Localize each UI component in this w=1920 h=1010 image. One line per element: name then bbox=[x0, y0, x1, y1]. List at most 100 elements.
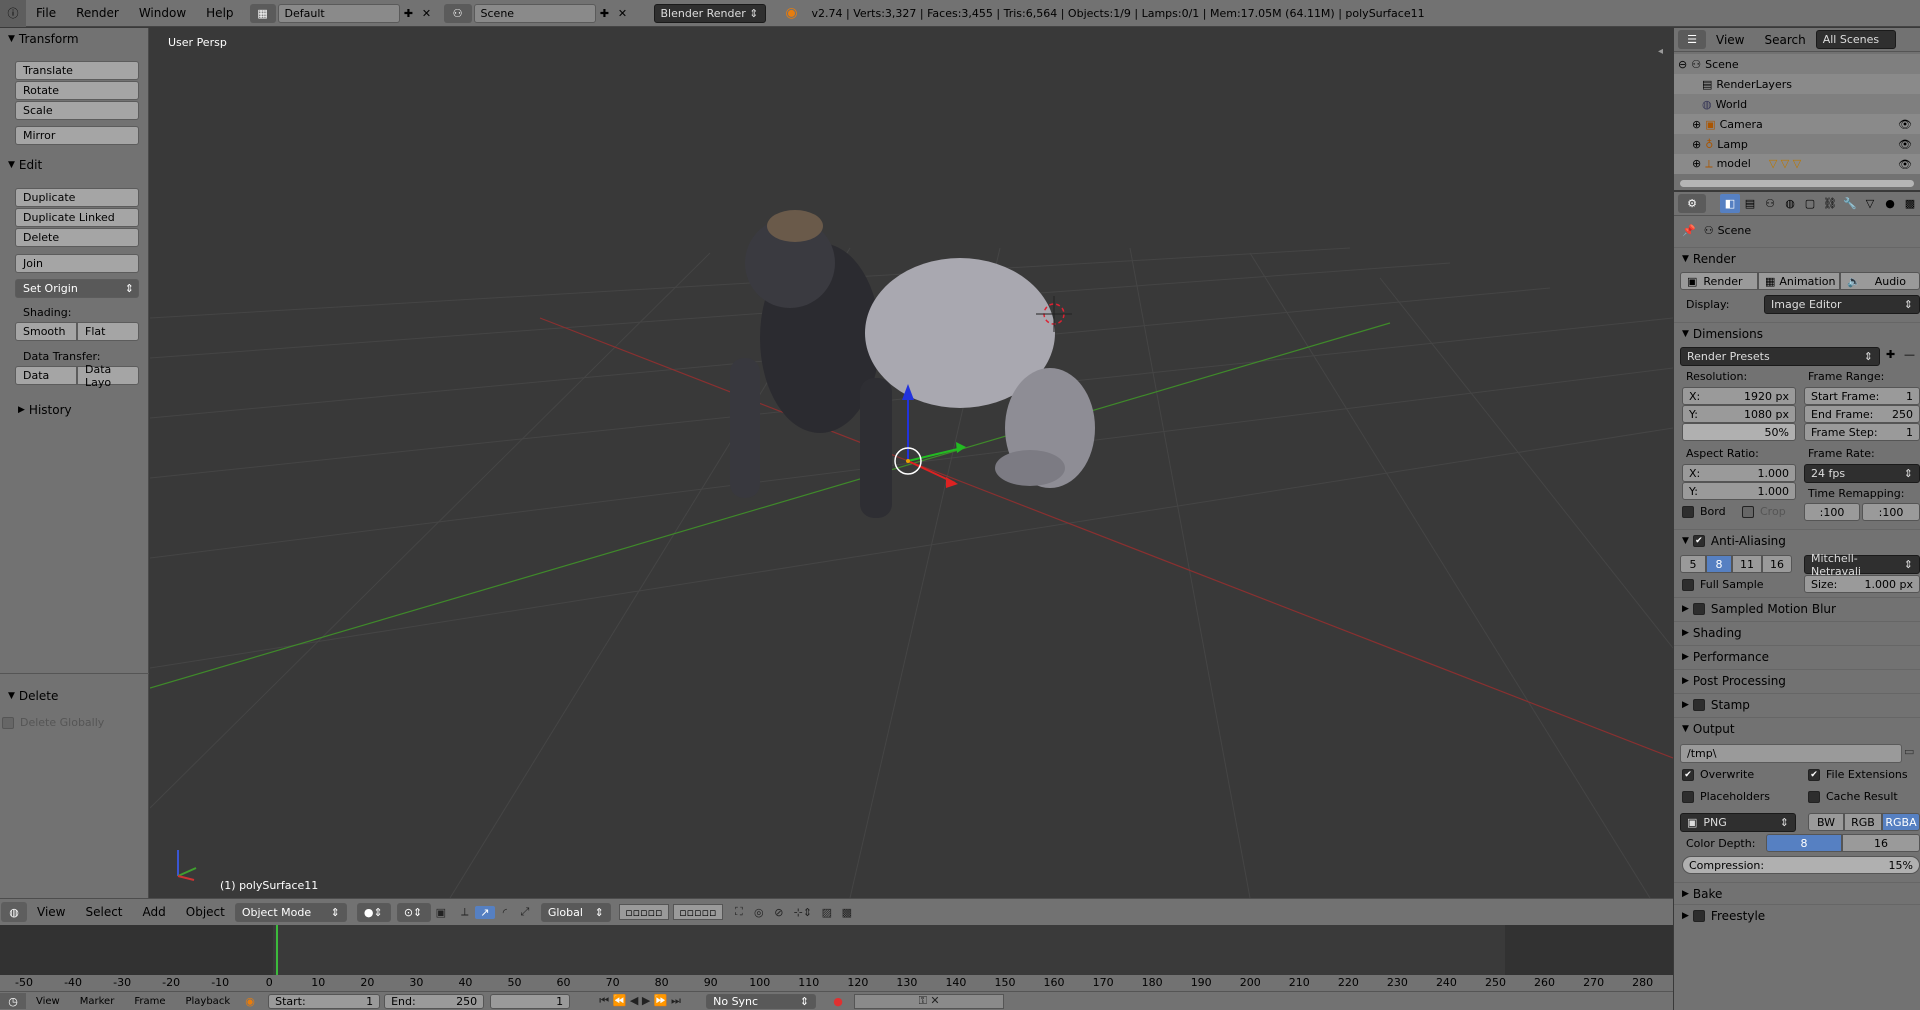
tree-row-world[interactable]: ◍ World bbox=[1674, 94, 1920, 114]
record-icon[interactable]: ● bbox=[828, 995, 848, 1008]
delete-button[interactable]: Delete bbox=[15, 228, 139, 247]
translate-manipulator-icon[interactable]: ↗ bbox=[474, 905, 495, 919]
start-frame-field[interactable]: Start: 1 bbox=[268, 993, 381, 1009]
visibility-eye-icon[interactable]: 👁 bbox=[1898, 158, 1912, 171]
expand-toggle-icon[interactable]: ⊖ bbox=[1678, 58, 1687, 71]
panel-performance-header[interactable]: ▶ Performance bbox=[1674, 645, 1920, 667]
menu-view[interactable]: View bbox=[26, 996, 70, 1007]
panel-history-header[interactable]: ▶ History bbox=[10, 400, 149, 420]
crop-checkbox[interactable]: Crop bbox=[1742, 505, 1786, 518]
aspect-y-field[interactable]: Y: 1.000 bbox=[1682, 482, 1796, 500]
smooth-button[interactable]: Smooth bbox=[15, 322, 77, 341]
operator-panel-header[interactable]: ▼ Delete bbox=[0, 686, 149, 706]
expand-toggle-icon[interactable]: ⊕ bbox=[1692, 157, 1701, 170]
delete-globally-checkbox[interactable]: Delete Globally bbox=[2, 716, 104, 729]
resolution-percentage-slider[interactable]: 50% bbox=[1682, 423, 1796, 441]
remove-preset-icon[interactable]: — bbox=[1904, 348, 1915, 361]
editor-type-icon[interactable]: ◍ bbox=[1, 902, 27, 922]
file-format-select[interactable]: ▣ PNG ⇕ bbox=[1680, 813, 1796, 832]
color-mode-bw[interactable]: BW bbox=[1808, 813, 1844, 831]
scene-field[interactable]: Scene bbox=[473, 3, 596, 23]
current-frame-field[interactable]: 1 bbox=[490, 993, 571, 1009]
expand-toggle-icon[interactable]: ⊕ bbox=[1692, 138, 1701, 151]
lock-camera-icon[interactable]: ⛶ bbox=[729, 905, 749, 919]
render-engine-select[interactable]: Blender Render ⇕ bbox=[653, 3, 766, 23]
editor-type-icon[interactable]: ☰ bbox=[1678, 30, 1706, 49]
menu-help[interactable]: Help bbox=[196, 6, 243, 20]
end-frame-field[interactable]: End: 250 bbox=[384, 993, 485, 1009]
3d-viewport[interactable]: User Persp (1) polySurface11 ◂ bbox=[150, 28, 1673, 898]
panel-edit-header[interactable]: ▼ Edit bbox=[0, 155, 149, 175]
visibility-eye-icon[interactable]: 👁 bbox=[1898, 118, 1912, 131]
scale-manipulator-icon[interactable]: ⤢ bbox=[515, 905, 535, 919]
aa-samples-5[interactable]: 5 bbox=[1680, 555, 1706, 573]
folder-icon[interactable]: ▭ bbox=[1904, 745, 1914, 758]
panel-transform-header[interactable]: ▼ Transform bbox=[0, 29, 148, 49]
aspect-x-field[interactable]: X: 1.000 bbox=[1682, 464, 1796, 482]
cache-result-checkbox[interactable]: Cache Result bbox=[1808, 790, 1898, 803]
expand-toggle-icon[interactable]: ⊕ bbox=[1692, 118, 1701, 131]
modifiers-tab-icon[interactable]: 🔧 bbox=[1840, 197, 1860, 210]
viewport-shading-select[interactable]: ●⇕ bbox=[356, 902, 391, 922]
tree-row-lamp[interactable]: ⊕ ♁ Lamp 👁 bbox=[1674, 134, 1920, 154]
frame-rate-select[interactable]: 24 fps ⇕ bbox=[1804, 464, 1920, 483]
render-audio-button[interactable]: 🔈 Audio bbox=[1840, 272, 1920, 290]
display-mode-select[interactable]: All Scenes bbox=[1815, 30, 1896, 49]
material-tab-icon[interactable]: ● bbox=[1880, 197, 1900, 210]
tree-row-scene[interactable]: ⊖ ⚇ Scene bbox=[1674, 54, 1920, 74]
checkbox-icon[interactable] bbox=[1692, 602, 1705, 615]
compression-slider[interactable]: Compression: 15% bbox=[1682, 856, 1920, 874]
resolution-y-field[interactable]: Y: 1080 px bbox=[1682, 405, 1796, 423]
editor-type-icon[interactable]: ◷ bbox=[0, 993, 26, 1009]
remap-old-field[interactable]: :100 bbox=[1804, 503, 1860, 521]
scene-layers-icon[interactable]: ▫▫▫▫▫ bbox=[618, 904, 669, 920]
scene-layers-icon-2[interactable]: ▫▫▫▫▫ bbox=[672, 904, 723, 920]
render-tab-icon[interactable]: ◧ bbox=[1720, 194, 1740, 213]
render-opengl-icon[interactable]: ▨ bbox=[817, 906, 837, 919]
texture-tab-icon[interactable]: ▩ bbox=[1900, 197, 1920, 210]
panel-shading-header[interactable]: ▶ Shading bbox=[1674, 621, 1920, 643]
aa-filter-select[interactable]: Mitchell-Netravali ⇕ bbox=[1804, 552, 1920, 578]
menu-playback[interactable]: Playback bbox=[175, 996, 240, 1007]
panel-antialiasing-header[interactable]: ▼ ✔ Anti-Aliasing bbox=[1674, 529, 1920, 551]
object-tab-icon[interactable]: ▢ bbox=[1800, 197, 1820, 210]
keyingset-icon[interactable]: ⚿ ✕ bbox=[854, 993, 1005, 1009]
file-extensions-checkbox[interactable]: ✔ File Extensions bbox=[1808, 768, 1908, 781]
transform-orientation-select[interactable]: Global ⇕ bbox=[540, 902, 611, 922]
menu-view[interactable]: View bbox=[1706, 33, 1754, 47]
panel-dimensions-header[interactable]: ▼ Dimensions bbox=[1674, 322, 1920, 344]
overwrite-checkbox[interactable]: ✔ Overwrite bbox=[1682, 768, 1754, 781]
editor-type-icon[interactable]: ⚙ bbox=[1678, 194, 1706, 213]
remove-layout-icon[interactable]: ✕ bbox=[418, 7, 436, 20]
panel-render-header[interactable]: ▼ Render bbox=[1674, 247, 1920, 269]
color-depth-8[interactable]: 8 bbox=[1766, 834, 1842, 852]
keying-icon[interactable]: ◉ bbox=[240, 995, 260, 1008]
manipulator-toggle-icon[interactable]: ⟂ bbox=[455, 905, 475, 919]
flat-button[interactable]: Flat bbox=[77, 322, 139, 341]
color-mode-rgba[interactable]: RGBA bbox=[1882, 813, 1920, 831]
menu-render[interactable]: Render bbox=[66, 6, 129, 20]
scene-tab-icon[interactable]: ⚇ bbox=[1760, 197, 1780, 210]
visibility-eye-icon[interactable]: 👁 bbox=[1898, 138, 1912, 151]
tree-row-camera[interactable]: ⊕ ▣ Camera 👁 bbox=[1674, 114, 1920, 134]
menu-marker[interactable]: Marker bbox=[70, 996, 125, 1007]
color-mode-rgb[interactable]: RGB bbox=[1844, 813, 1882, 831]
data-layout-button[interactable]: Data Layo bbox=[77, 363, 139, 389]
set-origin-select[interactable]: Set Origin ⇕ bbox=[15, 279, 139, 298]
duplicate-linked-button[interactable]: Duplicate Linked bbox=[15, 208, 139, 227]
playback-controls-icon[interactable]: ⏮ ⏪ ◀ ▶ ⏩ ⏭ bbox=[580, 994, 700, 1008]
layer-visibility-icon[interactable]: ▣ bbox=[431, 906, 451, 919]
placeholders-checkbox[interactable]: Placeholders bbox=[1682, 790, 1770, 803]
viewport-corner-icon[interactable]: ◂ bbox=[1658, 46, 1663, 57]
output-path-input[interactable]: /tmp\ bbox=[1680, 744, 1902, 763]
checkbox-icon[interactable] bbox=[1692, 909, 1705, 922]
tree-row-model[interactable]: ⊕ ⟂ model ▽ ▽ ▽ 👁 bbox=[1674, 154, 1920, 174]
screen-layout-icon[interactable]: ▦ bbox=[249, 3, 276, 23]
menu-select[interactable]: Select bbox=[75, 905, 132, 919]
pin-icon[interactable]: 📌 bbox=[1682, 224, 1696, 237]
resolution-x-field[interactable]: X: 1920 px bbox=[1682, 387, 1796, 405]
snap-toggle-icon[interactable]: ⊘ bbox=[769, 906, 789, 919]
join-button[interactable]: Join bbox=[15, 254, 139, 273]
panel-output-header[interactable]: ▼ Output bbox=[1674, 717, 1920, 739]
current-frame-marker[interactable] bbox=[276, 925, 278, 977]
